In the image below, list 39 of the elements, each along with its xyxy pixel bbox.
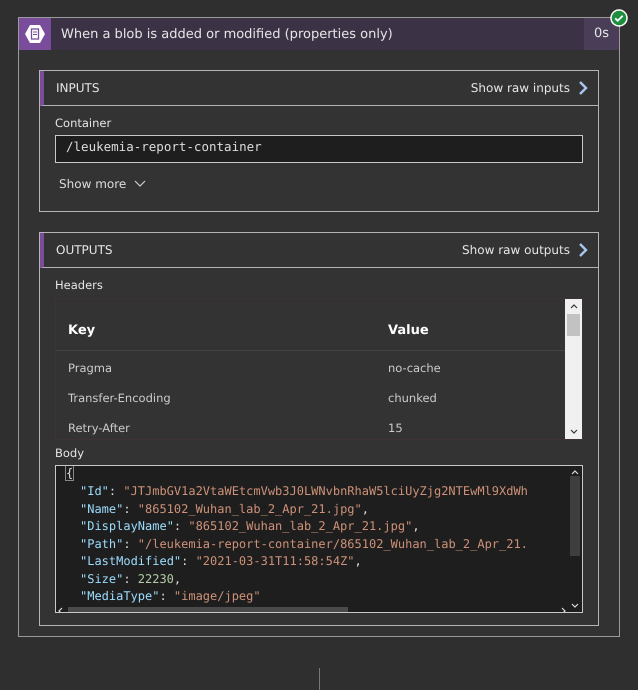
scroll-up-icon[interactable] (568, 302, 578, 310)
show-more-button[interactable]: Show more (55, 177, 150, 191)
scroll-down-icon[interactable] (568, 428, 578, 436)
scroll-thumb[interactable] (567, 314, 580, 336)
code-brace: { (66, 466, 74, 480)
code-line: "Id": "JTJmbGV1a2VtaWEtcmVwb3J0LWNvbnRhaW5lciUyZjg2NTEwMl9XdWh (79, 483, 529, 500)
table-cell-text: no-cache (388, 361, 442, 375)
container-field: /leukemia-report-container (55, 135, 583, 163)
table-cell-text: chunked (388, 391, 438, 405)
show-raw-inputs-link[interactable]: Show raw inputs (470, 80, 588, 96)
blob-storage-icon (19, 18, 51, 50)
column-header: Key (67, 323, 96, 338)
code-line: "LastModified": "2021-03-31T11:58:54Z", (79, 553, 363, 570)
show-raw-outputs-link[interactable]: Show raw outputs (462, 242, 588, 258)
chevron-right-icon (578, 242, 588, 258)
code-line: "Size": 22230, (79, 570, 182, 588)
table-cell-text: 15 (388, 421, 404, 435)
section-heading: OUTPUTS (56, 243, 113, 257)
table-cell-text: Retry-After (67, 421, 131, 435)
column-header: Value (388, 323, 430, 338)
field-label: Body (55, 446, 86, 460)
duration-label: 0s (584, 18, 619, 50)
code-line: "MediaType": "image/jpeg" (79, 588, 262, 605)
table-cell-text: Transfer-Encoding (67, 391, 172, 405)
chevron-down-icon (134, 180, 146, 188)
code-line: "DisplayName": "865102_Wuhan_lab_2_Apr_21.jpg", (79, 518, 421, 535)
section-heading: INPUTS (56, 81, 100, 95)
scroll-thumb[interactable] (570, 476, 580, 556)
scroll-up-icon[interactable] (570, 468, 580, 476)
scroll-down-icon[interactable] (570, 602, 580, 610)
code-line: "Path": "/leukemia-report-container/865102_Wuhan_lab_2_Apr_21. (79, 536, 529, 553)
field-label: Container (55, 116, 112, 130)
table-cell-text: Pragma (67, 361, 114, 375)
chevron-right-icon (578, 80, 588, 96)
step-title: When a blob is added or modified (properties only) (60, 26, 394, 42)
field-label: Headers (55, 278, 104, 292)
step-header[interactable]: When a blob is added or modified (properties only) 0s (19, 18, 619, 50)
vertical-scrollbar[interactable] (565, 299, 582, 439)
code-line: "Name": "865102_Wuhan_lab_2_Apr_21.jpg", (79, 500, 370, 518)
